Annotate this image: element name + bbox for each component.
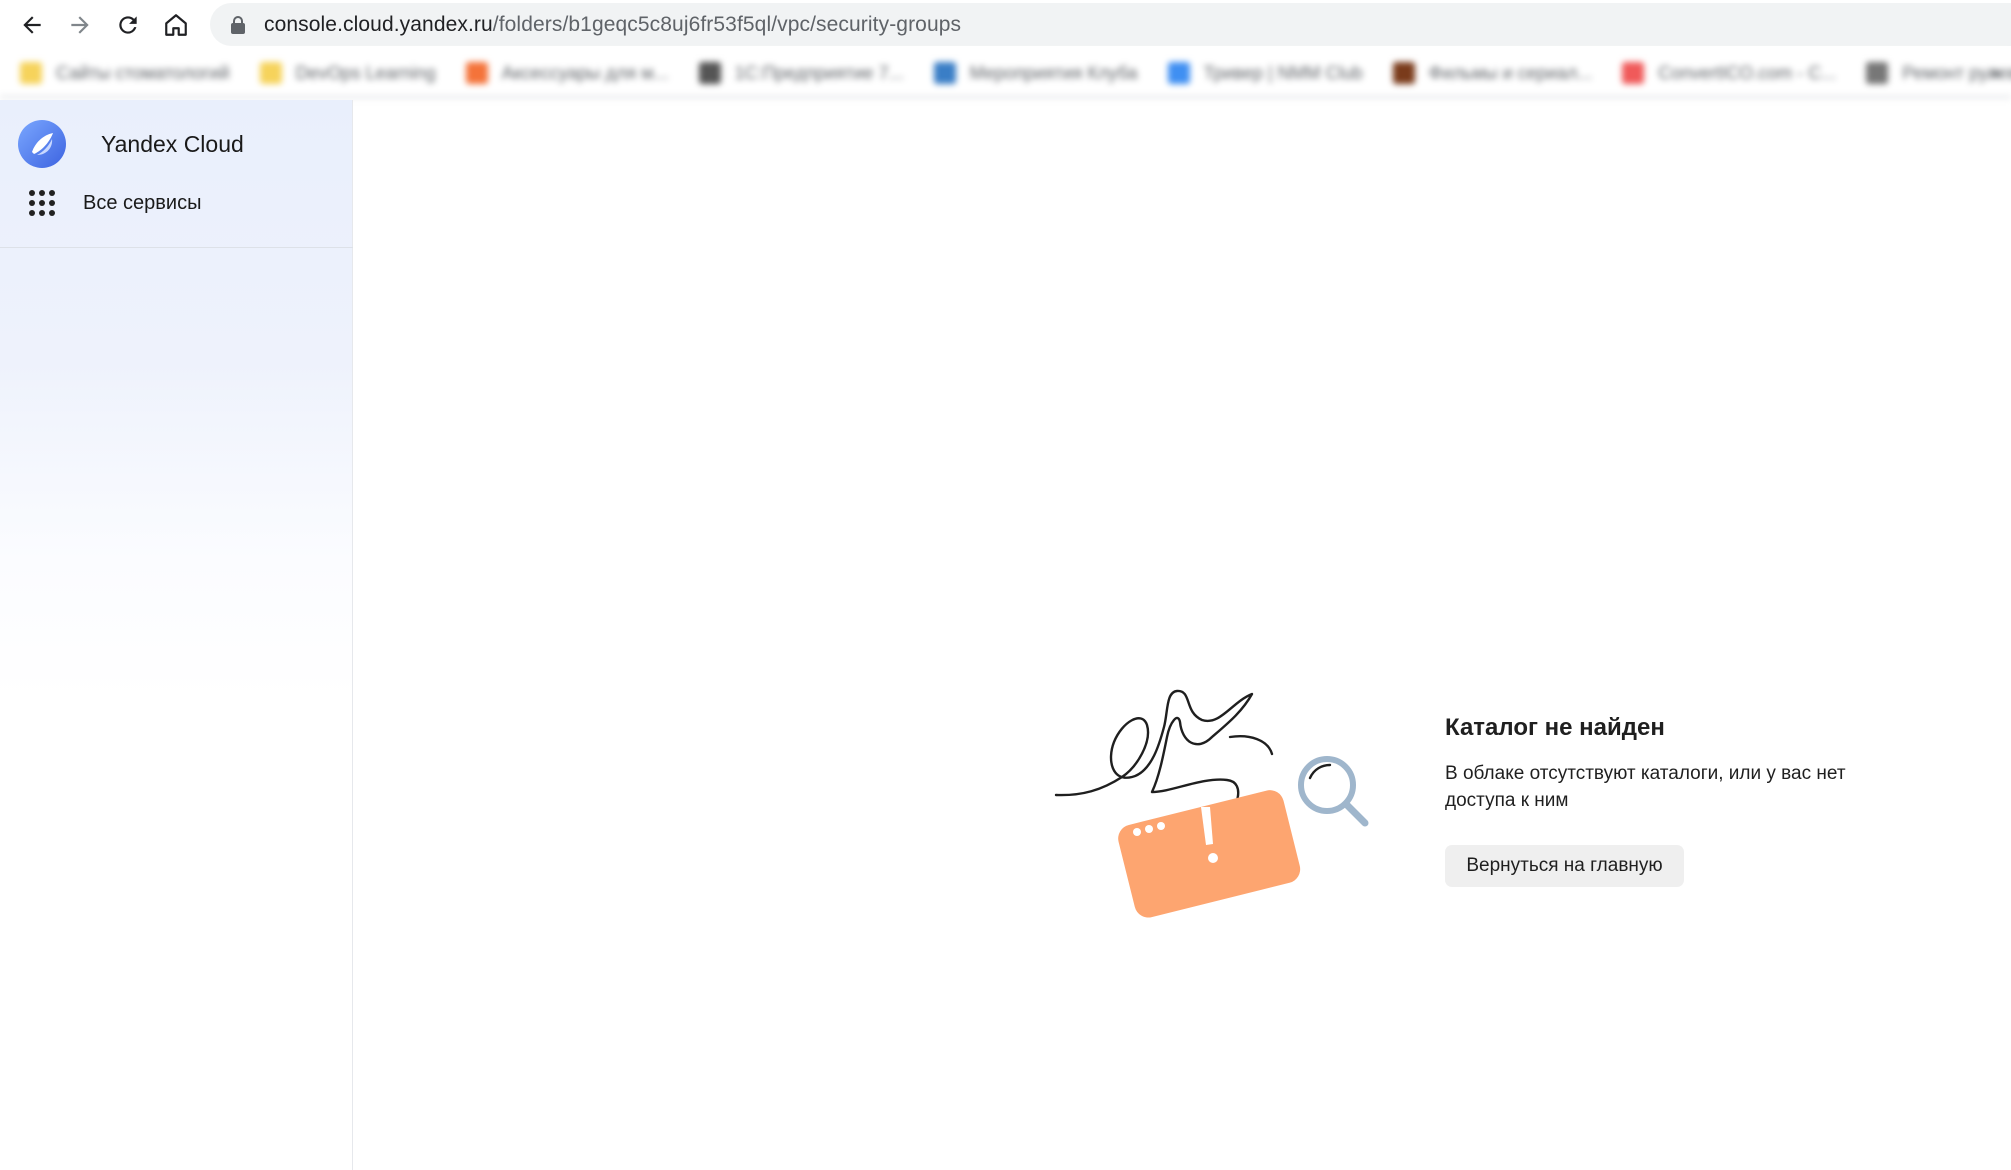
folder-icon <box>20 62 42 84</box>
brand-link[interactable]: Yandex Cloud <box>17 119 244 169</box>
site-icon <box>465 62 488 84</box>
sidebar-header: Yandex Cloud Все сервисы <box>0 100 353 248</box>
yandex-cloud-logo-icon <box>18 120 66 168</box>
folder-icon <box>259 62 282 84</box>
url-path: /folders/b1geqc5c8uj6fr53f5ql/vpc/securi… <box>492 12 962 36</box>
lock-icon <box>231 15 245 34</box>
bookmark-item[interactable]: 1С:Предприятие 7... <box>698 62 904 84</box>
url-host: console.cloud.yandex.ru <box>264 12 493 36</box>
site-icon <box>933 62 956 84</box>
bookmark-item[interactable]: Сайты стоматологий <box>20 62 230 84</box>
reload-button[interactable] <box>108 6 148 44</box>
home-icon <box>165 14 187 36</box>
bookmark-item[interactable]: Аксессуары для м... <box>465 62 669 84</box>
sidebar: Yandex Cloud Все сервисы <box>0 100 353 1170</box>
home-browser-button[interactable] <box>156 6 196 44</box>
site-icon <box>1866 62 1889 84</box>
bookmark-item[interactable]: Мероприятия Клуба <box>933 62 1138 84</box>
arrow-right-icon <box>71 16 89 34</box>
bookmark-item[interactable]: Тривер | NMM Club <box>1167 62 1363 84</box>
site-icon <box>1622 62 1645 84</box>
site-icon <box>1392 62 1415 84</box>
browser-toolbar: console.cloud.yandex.ru/folders/b1geqc5c… <box>0 0 2011 50</box>
bookmarks-bar: Сайты стоматологий DevOps Learning Аксес… <box>0 50 2011 98</box>
all-services-button[interactable]: Все сервисы <box>28 186 201 220</box>
bookmark-item[interactable]: ConvertICO.com - C... <box>1622 62 1836 84</box>
bookmark-item[interactable]: Фильмы и сериал... <box>1392 62 1592 84</box>
arrow-left-icon <box>23 16 41 34</box>
all-services-label: Все сервисы <box>83 191 202 214</box>
empty-state-title: Каталог не найден <box>1445 714 1665 741</box>
magnifier-icon <box>1298 756 1369 827</box>
reload-icon <box>119 16 137 34</box>
bookmark-item[interactable]: DevOps Learning <box>259 62 436 84</box>
empty-state-description: В облаке отсутствуют каталоги, или у вас… <box>1445 763 1846 811</box>
brand-name: Yandex Cloud <box>101 130 244 157</box>
back-button[interactable] <box>12 6 52 44</box>
site-icon <box>1167 62 1190 84</box>
not-found-illustration <box>1054 689 1369 918</box>
back-to-home-button[interactable]: Вернуться на главную <box>1445 845 1684 887</box>
forward-button[interactable] <box>60 6 100 44</box>
address-bar[interactable]: console.cloud.yandex.ru/folders/b1geqc5c… <box>210 3 2011 46</box>
site-icon <box>698 62 721 84</box>
bookmarks-more-button[interactable]: » <box>1989 50 2001 96</box>
grid-icon <box>29 190 55 216</box>
